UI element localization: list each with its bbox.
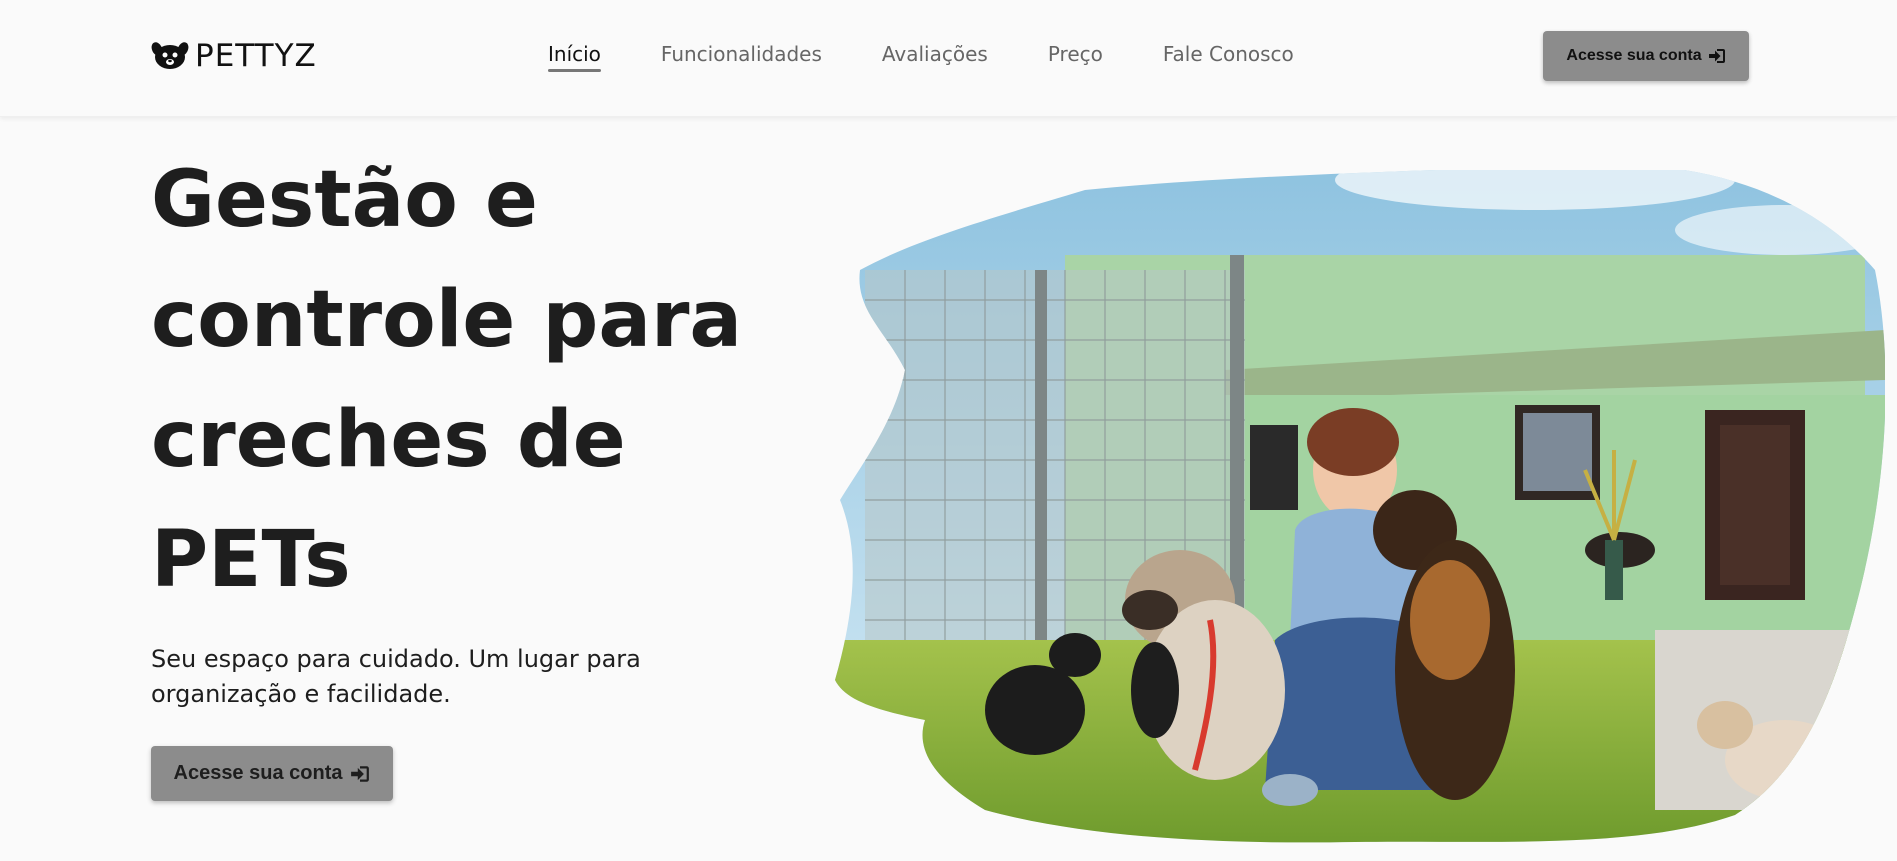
- hero-title-line: creches de: [151, 395, 626, 485]
- hero-title-line: Gestão e: [151, 155, 538, 245]
- sign-in-icon: [351, 765, 370, 782]
- main-nav: Início Funcionalidades Avaliações Preço …: [548, 42, 1294, 72]
- brand-logo[interactable]: PETTYZ: [151, 37, 317, 75]
- header-login-label: Acesse sua conta: [1566, 47, 1702, 64]
- hero-login-button[interactable]: Acesse sua conta: [151, 746, 393, 801]
- sign-in-icon: [1708, 49, 1725, 63]
- nav-item-funcionalidades[interactable]: Funcionalidades: [661, 42, 822, 72]
- hero-title-line: PETs: [151, 515, 351, 605]
- hero-subtitle-line: organização e facilidade.: [151, 680, 451, 708]
- site-header: PETTYZ Início Funcionalidades Avaliações…: [0, 0, 1897, 117]
- nav-item-avaliacoes[interactable]: Avaliações: [882, 42, 988, 72]
- brand-name: PETTYZ: [195, 38, 317, 74]
- header-login-button[interactable]: Acesse sua conta: [1543, 31, 1749, 81]
- hero-login-label: Acesse sua conta: [173, 762, 343, 784]
- dog-face-icon: [151, 42, 189, 69]
- hero-title-line: controle para: [151, 275, 743, 365]
- hero-title: Gestão e controle para creches de PETs: [151, 140, 771, 620]
- nav-item-fale-conosco[interactable]: Fale Conosco: [1163, 42, 1294, 72]
- hero-illustration: [835, 170, 1885, 843]
- hero-subtitle-line: Seu espaço para cuidado. Um lugar para: [151, 645, 641, 673]
- hero-subtitle: Seu espaço para cuidado. Um lugar para o…: [151, 642, 711, 712]
- nav-item-preco[interactable]: Preço: [1048, 42, 1103, 72]
- nav-item-inicio[interactable]: Início: [548, 42, 601, 72]
